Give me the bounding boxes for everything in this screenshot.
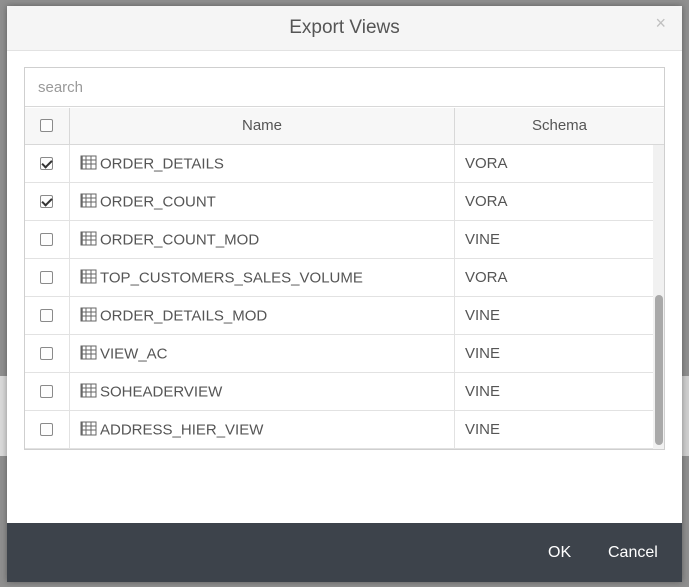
cancel-button[interactable]: Cancel [608, 523, 658, 582]
table-row[interactable]: ORDER_DETAILS_MOD VINE [25, 297, 653, 335]
row-schema: VORA [465, 155, 508, 172]
row-name: ADDRESS_HIER_VIEW [100, 421, 264, 439]
row-select-cell [25, 183, 70, 220]
row-select-cell [25, 411, 70, 448]
row-schema: VORA [465, 193, 508, 210]
row-name-cell: ORDER_COUNT [70, 183, 455, 220]
row-schema: VINE [465, 421, 501, 438]
column-header-name[interactable]: Name [70, 108, 455, 144]
ok-button[interactable]: OK [548, 523, 571, 582]
table-view-icon [80, 383, 97, 398]
table-row[interactable]: TOP_CUSTOMERS_SALES_VOLUME VORA [25, 259, 653, 297]
scrollbar-thumb[interactable] [655, 295, 663, 445]
row-checkbox[interactable] [40, 385, 53, 398]
row-checkbox[interactable] [40, 195, 53, 208]
row-checkbox[interactable] [40, 347, 53, 360]
table-view-icon [80, 231, 97, 246]
row-name: ORDER_COUNT [100, 193, 216, 211]
row-name: ORDER_DETAILS [100, 155, 224, 173]
row-select-cell [25, 297, 70, 334]
search-input[interactable] [25, 68, 664, 107]
dialog-footer: OK Cancel [7, 523, 682, 582]
table-view-icon [80, 269, 97, 284]
dialog-header: Export Views × [7, 6, 682, 51]
table-row[interactable]: SOHEADERVIEW VINE [25, 373, 653, 411]
row-checkbox[interactable] [40, 233, 53, 246]
views-panel: Name Schema ORDER_DETAILS VORA ORDER_COU… [24, 67, 665, 450]
table-view-icon [80, 155, 97, 170]
row-name: SOHEADERVIEW [100, 383, 223, 401]
row-checkbox[interactable] [40, 309, 53, 322]
row-name-cell: VIEW_AC [70, 335, 455, 372]
background-panel-right [682, 376, 689, 456]
close-icon[interactable]: × [655, 13, 666, 33]
row-schema: VINE [465, 231, 501, 248]
row-select-cell [25, 335, 70, 372]
table-view-icon [80, 345, 97, 360]
row-name: ORDER_DETAILS_MOD [100, 307, 268, 325]
grid-header: Name Schema [25, 108, 664, 145]
row-name: TOP_CUSTOMERS_SALES_VOLUME [100, 269, 363, 287]
row-select-cell [25, 259, 70, 296]
row-checkbox[interactable] [40, 157, 53, 170]
row-schema: VINE [465, 383, 501, 400]
row-schema: VINE [465, 345, 501, 362]
export-views-dialog: Export Views × Name Schema ORDER_DETAILS… [7, 6, 682, 582]
column-header-schema[interactable]: Schema [455, 108, 664, 144]
row-select-cell [25, 145, 70, 182]
table-row[interactable]: ADDRESS_HIER_VIEW VINE [25, 411, 653, 449]
row-name: ORDER_COUNT_MOD [100, 231, 260, 249]
table-view-icon [80, 193, 97, 208]
dialog-title: Export Views [289, 17, 400, 38]
row-schema: VINE [465, 307, 501, 324]
row-name-cell: ADDRESS_HIER_VIEW [70, 411, 455, 448]
vertical-scrollbar[interactable] [653, 145, 664, 449]
row-checkbox[interactable] [40, 271, 53, 284]
row-select-cell [25, 221, 70, 258]
table-row[interactable]: ORDER_COUNT VORA [25, 183, 653, 221]
table-row[interactable]: VIEW_AC VINE [25, 335, 653, 373]
select-all-checkbox[interactable] [40, 119, 53, 132]
row-name-cell: TOP_CUSTOMERS_SALES_VOLUME [70, 259, 455, 296]
row-schema: VORA [465, 269, 508, 286]
row-name-cell: ORDER_DETAILS_MOD [70, 297, 455, 334]
table-view-icon [80, 307, 97, 322]
table-row[interactable]: ORDER_COUNT_MOD VINE [25, 221, 653, 259]
header-select-cell [25, 108, 70, 144]
grid-body: ORDER_DETAILS VORA ORDER_COUNT VORA ORDE… [25, 145, 653, 449]
row-select-cell [25, 373, 70, 410]
row-name: VIEW_AC [100, 345, 168, 363]
row-name-cell: ORDER_COUNT_MOD [70, 221, 455, 258]
table-view-icon [80, 421, 97, 436]
row-name-cell: ORDER_DETAILS [70, 145, 455, 182]
table-row[interactable]: ORDER_DETAILS VORA [25, 145, 653, 183]
row-checkbox[interactable] [40, 423, 53, 436]
row-name-cell: SOHEADERVIEW [70, 373, 455, 410]
